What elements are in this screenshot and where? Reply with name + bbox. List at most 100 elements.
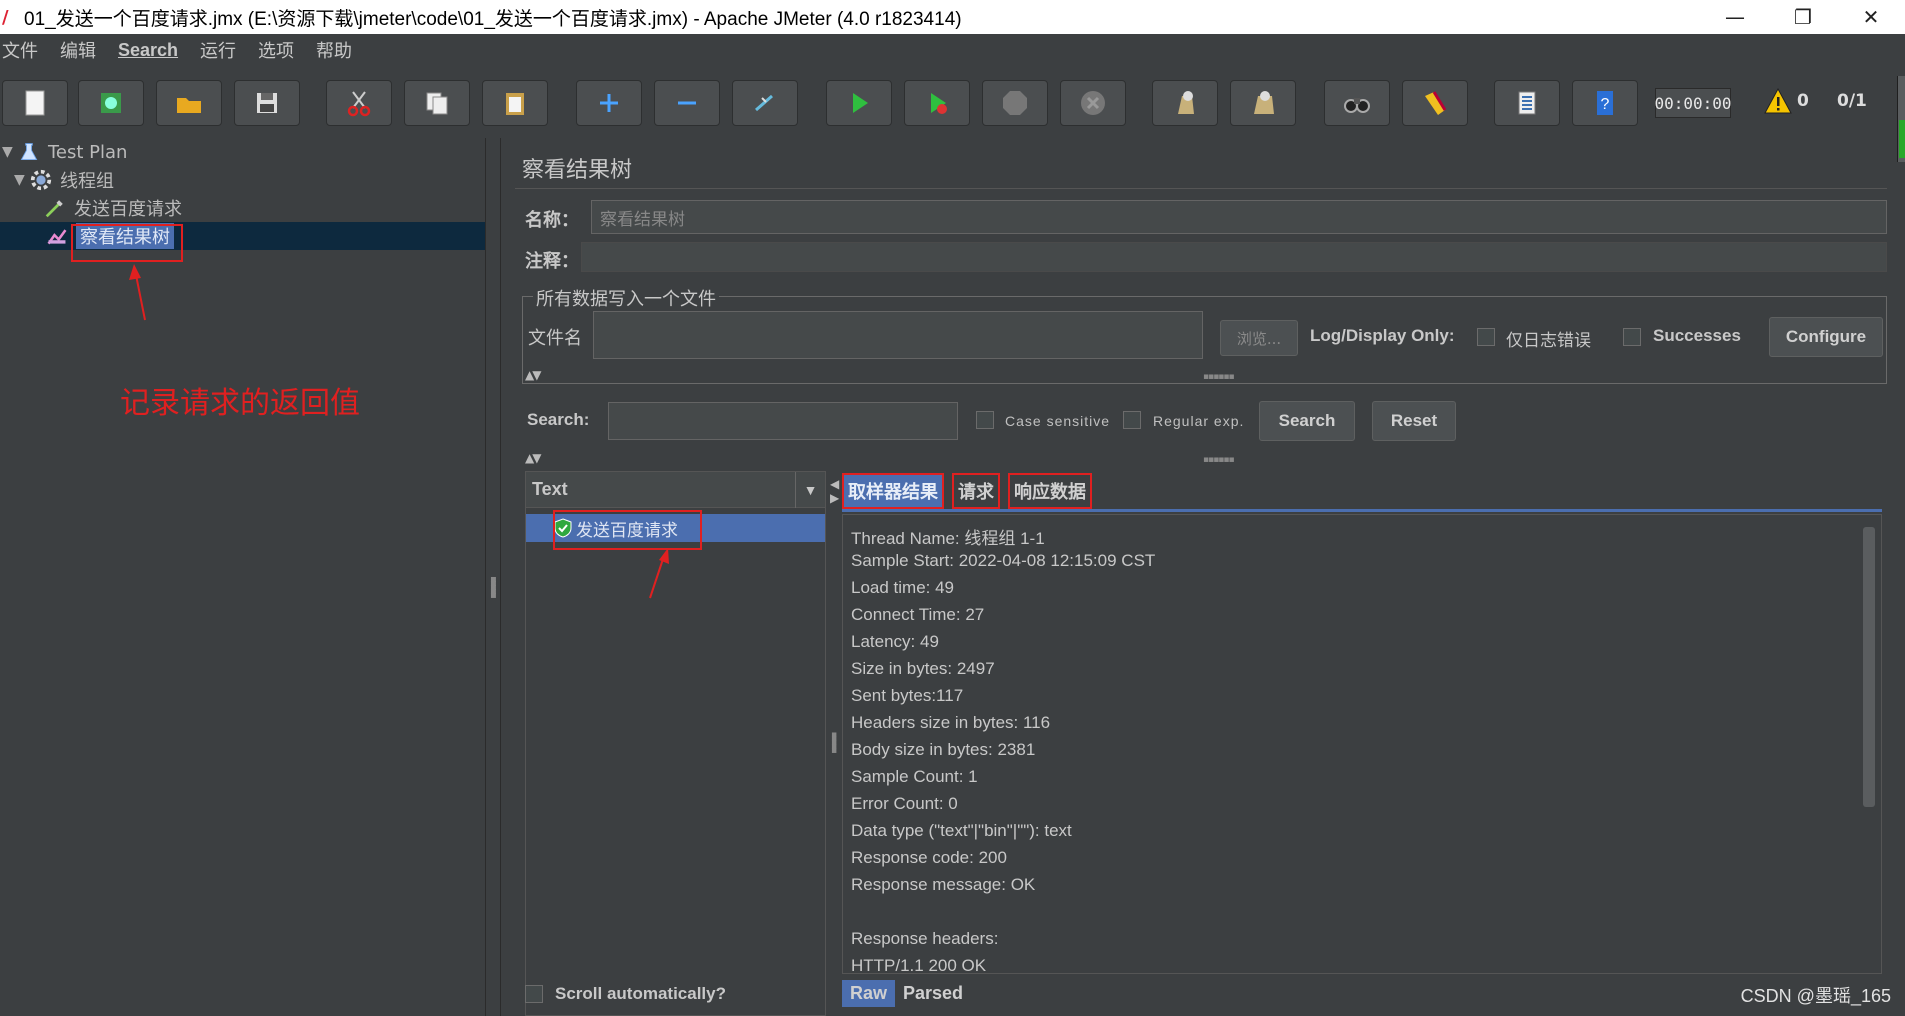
tab-response-data[interactable]: 响应数据 — [1008, 473, 1092, 509]
tree-item-test-plan[interactable]: ▼ Test Plan — [2, 138, 127, 166]
view-results-tree-panel: 察看结果树 名称： 察看结果树 注释： 所有数据写入一个文件 文件名 浏览...… — [515, 146, 1890, 1016]
save-button[interactable] — [234, 80, 300, 126]
result-line: Thread Name: 线程组 1-1 — [851, 529, 1045, 548]
expand-arrow-icon[interactable]: ▼ — [14, 172, 28, 188]
regex-label: Regular exp. — [1153, 413, 1245, 429]
splitter-grip[interactable]: ▪▪▪▪▪▪ — [1203, 372, 1235, 382]
copy-button[interactable] — [404, 80, 470, 126]
collapse-icon — [678, 101, 696, 105]
paste-button[interactable] — [482, 80, 548, 126]
help-icon: ? — [1597, 91, 1613, 115]
menu-file[interactable]: 文件 — [0, 37, 48, 63]
expand-all-button[interactable] — [576, 80, 642, 126]
errors-only-label: 仅日志错误 — [1506, 331, 1591, 351]
sample-result-detail: 取样器结果 请求 响应数据 Thread Name: 线程组 1-1 Sampl… — [842, 471, 1890, 1016]
result-line: Response message: OK — [851, 875, 1036, 894]
result-line: Sent bytes:117 — [851, 686, 964, 705]
result-line: Size in bytes: 2497 — [851, 659, 995, 678]
renderer-select[interactable]: Text ▼ — [526, 472, 825, 508]
result-line: Sample Count: 1 — [851, 767, 978, 786]
errors-only-checkbox[interactable] — [1477, 328, 1495, 346]
browse-button[interactable]: 浏览... — [1220, 320, 1298, 356]
search-input[interactable] — [608, 402, 958, 440]
comment-label: 注释： — [525, 251, 579, 272]
start-button[interactable] — [826, 80, 892, 126]
comment-input[interactable] — [581, 242, 1887, 272]
tab-request[interactable]: 请求 — [952, 473, 1000, 509]
highlight-box — [71, 224, 183, 262]
result-line: Data type ("text"|"bin"|""): text — [851, 821, 1072, 840]
reset-button[interactable]: Reset — [1372, 401, 1456, 441]
case-sensitive-checkbox[interactable] — [976, 411, 994, 429]
menu-help[interactable]: 帮助 — [314, 37, 362, 63]
sample-result-list: Text ▼ 发送百度请求 — [525, 471, 826, 1016]
search-label: Search: — [527, 410, 590, 429]
collapse-arrows-icon[interactable]: ▲▼ — [525, 368, 542, 382]
configure-button[interactable]: Configure — [1769, 317, 1883, 357]
collapse-arrows-icon[interactable]: ▲▼ — [525, 451, 542, 465]
toggle-icon — [755, 94, 773, 112]
tab-parsed[interactable]: Parsed — [895, 980, 971, 1007]
elapsed-timer: 00:00:00 — [1654, 88, 1732, 118]
stop-icon — [1003, 91, 1027, 115]
tree-item-thread-group[interactable]: ▼ 线程组 — [14, 166, 114, 194]
chevron-down-icon[interactable]: ▼ — [795, 472, 825, 508]
filename-input[interactable] — [593, 311, 1203, 359]
vertical-scrollbar[interactable] — [1863, 527, 1875, 807]
templates-button[interactable] — [78, 80, 144, 126]
menu-edit[interactable]: 编辑 — [58, 37, 106, 63]
templates-icon — [101, 93, 121, 113]
tree-item-http-request[interactable]: 发送百度请求 — [42, 194, 182, 222]
menu-run[interactable]: 运行 — [198, 37, 246, 63]
result-line — [851, 902, 1873, 929]
start-icon — [853, 93, 868, 113]
search-button-toolbar[interactable] — [1324, 80, 1390, 126]
open-button[interactable] — [156, 80, 222, 126]
cut-button[interactable] — [326, 80, 392, 126]
result-line: HTTP/1.1 200 OK — [851, 956, 987, 974]
shutdown-button[interactable] — [1060, 80, 1126, 126]
result-line: Connect Time: 27 — [851, 605, 985, 624]
tree-label: 发送百度请求 — [74, 199, 182, 220]
collapse-all-button[interactable] — [654, 80, 720, 126]
minimize-button[interactable]: — — [1701, 0, 1769, 34]
main-splitter[interactable]: ▪ ▪ ▪ ▪ ▪ — [485, 138, 501, 1016]
regex-checkbox[interactable] — [1123, 411, 1141, 429]
new-button[interactable] — [2, 80, 68, 126]
sampler-result-text[interactable]: Thread Name: 线程组 1-1 Sample Start: 2022-… — [842, 514, 1882, 974]
expand-arrow-icon[interactable]: ▼ — [2, 144, 16, 160]
clear-all-button[interactable] — [1230, 80, 1296, 126]
close-button[interactable]: ✕ — [1837, 0, 1905, 34]
clear-icon — [1178, 91, 1194, 114]
search-button[interactable]: Search — [1259, 401, 1355, 441]
start-no-pause-icon — [931, 93, 947, 114]
scroll-automatically[interactable]: Scroll automatically? — [525, 984, 726, 1004]
clear-button[interactable] — [1152, 80, 1218, 126]
clear-all-icon — [1254, 91, 1274, 114]
successes-label: Successes — [1653, 326, 1741, 345]
warning-icon — [1764, 87, 1792, 114]
group-title: 所有数据写入一个文件 — [533, 285, 719, 311]
toggle-button[interactable] — [732, 80, 798, 126]
stop-button[interactable] — [982, 80, 1048, 126]
menu-search[interactable]: Search — [116, 40, 188, 61]
name-input[interactable]: 察看结果树 — [591, 200, 1887, 234]
renderer-value: Text — [532, 479, 568, 499]
results-splitter[interactable]: ◀ ▶ ▪ ▪ ▪ ▪ ▪ — [828, 471, 842, 1016]
menu-options[interactable]: 选项 — [256, 37, 304, 63]
help-button[interactable]: ? — [1572, 80, 1638, 126]
function-helper-button[interactable] — [1494, 80, 1560, 126]
scroll-automatically-checkbox[interactable] — [525, 985, 543, 1003]
splitter-grip[interactable]: ▪▪▪▪▪▪ — [1203, 455, 1235, 465]
reset-search-button[interactable] — [1402, 80, 1468, 126]
flask-icon — [16, 139, 42, 165]
warning-indicator[interactable]: 0 — [1763, 86, 1809, 116]
test-plan-tree: ▼ Test Plan ▼ 线程组 发送百度请求 察看结果树 记录请求的返回值 — [0, 138, 485, 1016]
result-line: Headers size in bytes: 116 — [851, 713, 1051, 732]
result-line: Error Count: 0 — [851, 794, 958, 813]
tab-raw[interactable]: Raw — [842, 980, 896, 1007]
successes-checkbox[interactable] — [1623, 328, 1641, 346]
tab-sampler-result[interactable]: 取样器结果 — [842, 473, 944, 509]
restore-button[interactable]: ❐ — [1769, 0, 1837, 34]
start-no-pauses-button[interactable] — [904, 80, 970, 126]
